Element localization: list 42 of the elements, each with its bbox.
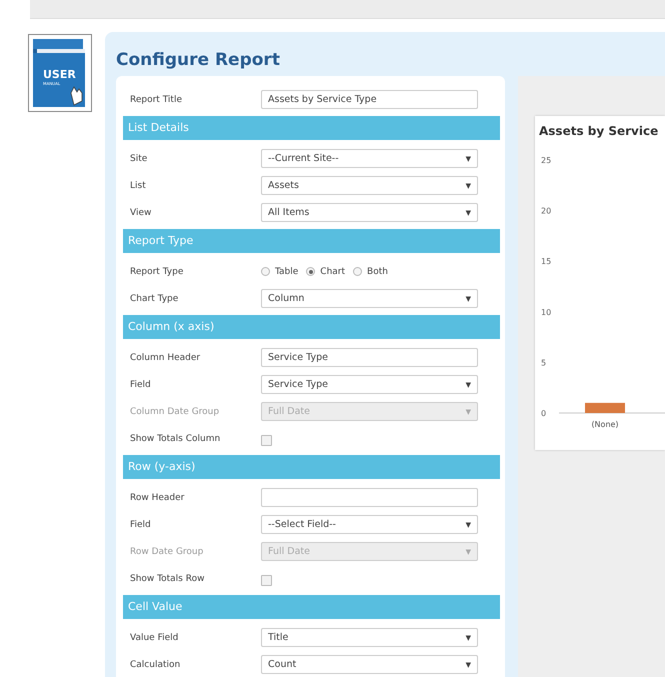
field-label: Field [129, 380, 152, 390]
field-label: Value Field [129, 632, 180, 642]
checkbox[interactable] [261, 435, 272, 446]
axis-tick-label: 25 [541, 156, 552, 165]
axis-tick-label: 15 [541, 257, 552, 266]
axis-tick-label: 5 [541, 358, 546, 368]
field-label: Column Header [129, 352, 202, 362]
radio-button[interactable] [306, 267, 316, 276]
axis-category-label: (None) [591, 420, 619, 429]
field-label: Field [129, 520, 152, 530]
radio-label: Chart [320, 266, 346, 276]
field-label: Column Date Group [129, 406, 220, 416]
field-label: Show Totals Row [129, 574, 206, 584]
radio-button[interactable] [261, 267, 270, 276]
axis-tick-label: 20 [541, 206, 552, 216]
report-title-field[interactable]: Assets by Service Type [261, 90, 478, 109]
checkbox[interactable] [261, 575, 272, 586]
text-field[interactable]: Service Type [261, 348, 478, 367]
field-label: Row Header [129, 492, 186, 502]
field-label: Show Totals Column [129, 434, 222, 444]
chart-title: Assets by Service [538, 123, 660, 138]
field-label: List [129, 180, 147, 190]
field-label: Report Title [129, 94, 183, 104]
axis-tick-label: 0 [541, 409, 546, 418]
section-header: Row (y-axis) [123, 455, 500, 479]
section-header: Cell Value [123, 595, 500, 619]
axis-tick-label: 10 [541, 308, 552, 317]
page-title: Configure Report [116, 50, 281, 70]
chart-bar [585, 402, 625, 413]
section-header: List Details [123, 116, 500, 140]
field-label: Report Type [129, 266, 184, 276]
text-field[interactable] [261, 488, 478, 507]
radio-button[interactable] [353, 267, 362, 276]
field-label: Calculation [129, 660, 182, 670]
radio-label: Both [367, 266, 388, 276]
radio-label: Table [275, 266, 298, 276]
section-header: Column (x axis) [123, 315, 500, 339]
section-header: Report Type [123, 229, 500, 253]
field-label: Site [129, 154, 148, 164]
field-label: Chart Type [129, 294, 180, 304]
field-label: Row Date Group [129, 546, 204, 556]
field-label: View [129, 208, 152, 218]
